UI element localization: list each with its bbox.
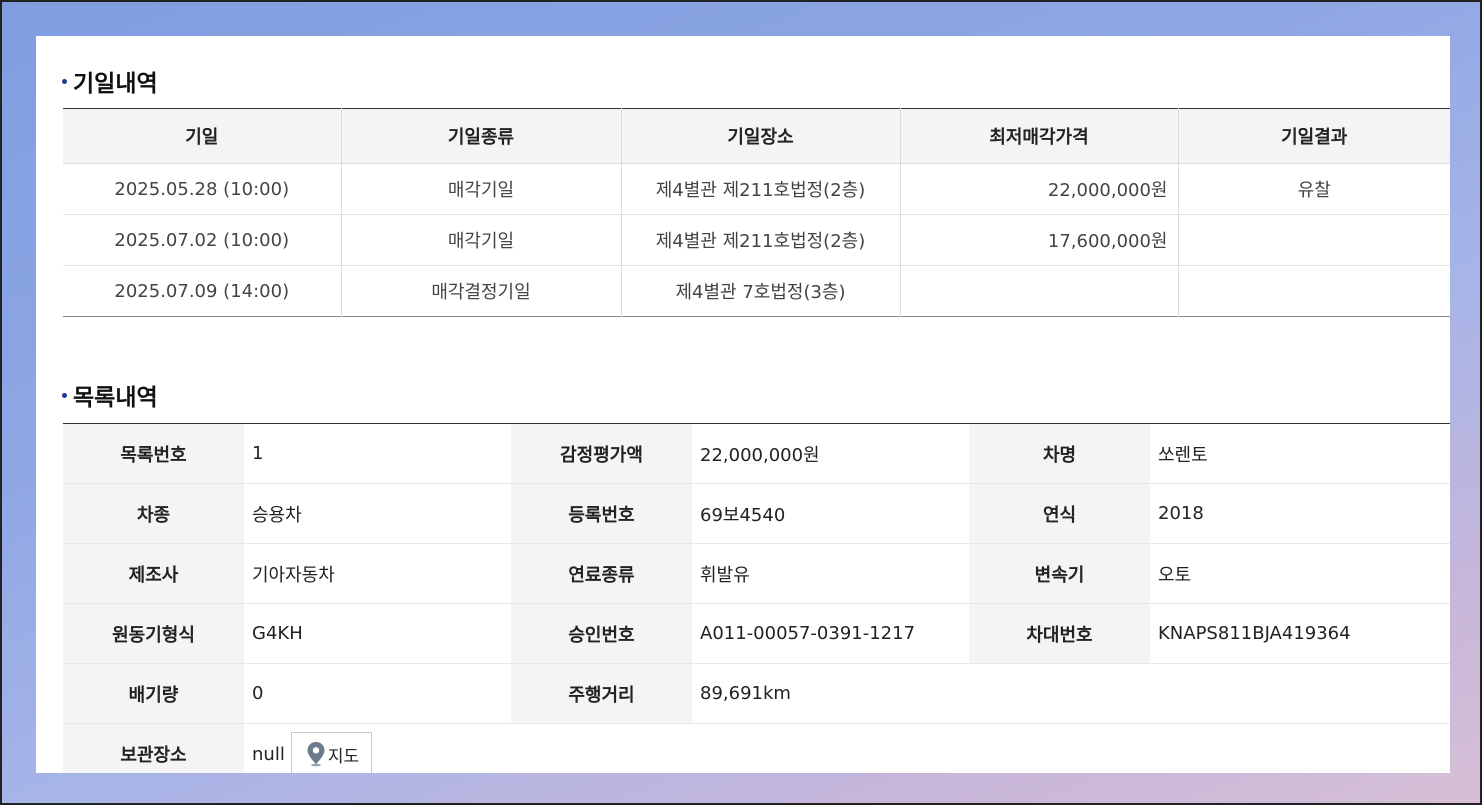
value-manufacturer: 기아자동차 xyxy=(244,543,511,604)
value-item-number: 1 xyxy=(244,423,511,484)
map-button-label: 지도 xyxy=(327,746,360,767)
schedule-table: 기일 기일종류 기일장소 최저매각가격 기일결과 2025.05.28 (10:… xyxy=(63,108,1450,317)
cell-result xyxy=(1177,214,1450,266)
value-storage-location: null xyxy=(252,743,285,765)
col-header-place: 기일장소 xyxy=(620,108,900,164)
col-header-type: 기일종류 xyxy=(340,108,621,164)
label-approval-number: 승인번호 xyxy=(511,603,692,664)
value-mileage: 89,691km xyxy=(692,663,1450,724)
label-storage-location: 보관장소 xyxy=(63,723,244,773)
cell-min-price: 17,600,000원 xyxy=(899,214,1178,266)
cell-result xyxy=(1177,265,1450,317)
label-car-type: 차종 xyxy=(63,483,244,544)
label-registration: 등록번호 xyxy=(511,483,692,544)
map-button[interactable]: 지도 xyxy=(290,732,373,773)
value-engine-type: G4KH xyxy=(244,603,511,664)
table-row: 2025.05.28 (10:00) 매각기일 제4별관 제211호법정(2층)… xyxy=(63,163,1450,215)
value-model-year: 2018 xyxy=(1150,483,1450,544)
label-model-year: 연식 xyxy=(969,483,1150,544)
content-panel: 기일내역 기일 기일종류 기일장소 최저매각가격 기일결과 2025.05.28… xyxy=(36,36,1450,773)
map-pin-icon xyxy=(307,742,325,767)
label-engine-type: 원동기형식 xyxy=(63,603,244,664)
value-fuel-type: 휘발유 xyxy=(692,543,969,604)
cell-result: 유찰 xyxy=(1177,163,1450,215)
value-car-name: 쏘렌토 xyxy=(1150,423,1450,484)
items-title-text: 목록내역 xyxy=(73,385,158,411)
label-displacement: 배기량 xyxy=(63,663,244,724)
cell-place: 제4별관 제211호법정(2층) xyxy=(620,163,900,215)
label-transmission: 변속기 xyxy=(969,543,1150,604)
cell-type: 매각기일 xyxy=(340,214,621,266)
cell-type: 매각결정기일 xyxy=(340,265,621,317)
schedule-section-title: 기일내역 xyxy=(62,64,158,98)
table-row: 2025.07.09 (14:00) 매각결정기일 제4별관 7호법정(3층) xyxy=(63,265,1450,317)
table-row: 배기량 0 주행거리 89,691km xyxy=(63,663,1450,724)
col-header-min-price: 최저매각가격 xyxy=(899,108,1178,164)
label-car-name: 차명 xyxy=(969,423,1150,484)
cell-type: 매각기일 xyxy=(340,163,621,215)
table-row: 원동기형식 G4KH 승인번호 A011-00057-0391-1217 차대번… xyxy=(63,603,1450,664)
table-row: 제조사 기아자동차 연료종류 휘발유 변속기 오토 xyxy=(63,543,1450,604)
items-section-title: 목록내역 xyxy=(62,378,158,412)
cell-min-price: 22,000,000원 xyxy=(899,163,1178,215)
label-item-number: 목록번호 xyxy=(63,423,244,484)
bullet-icon xyxy=(62,78,67,84)
table-row: 목록번호 1 감정평가액 22,000,000원 차명 쏘렌토 xyxy=(63,423,1450,484)
table-row: 2025.07.02 (10:00) 매각기일 제4별관 제211호법정(2층)… xyxy=(63,214,1450,266)
label-manufacturer: 제조사 xyxy=(63,543,244,604)
label-fuel-type: 연료종류 xyxy=(511,543,692,604)
cell-date: 2025.07.09 (14:00) xyxy=(114,280,290,302)
table-row: 차종 승용차 등록번호 69보4540 연식 2018 xyxy=(63,483,1450,544)
cell-min-price xyxy=(899,265,1178,317)
items-table: 목록번호 1 감정평가액 22,000,000원 차명 쏘렌토 차종 승용차 등… xyxy=(63,423,1450,773)
value-car-type: 승용차 xyxy=(244,483,511,544)
storage-location-cell: null 지도 xyxy=(244,723,1450,773)
value-transmission: 오토 xyxy=(1150,543,1450,604)
bullet-icon xyxy=(62,392,67,398)
cell-date: 2025.07.02 (10:00) xyxy=(63,214,341,266)
label-vin: 차대번호 xyxy=(969,603,1150,664)
schedule-title-text: 기일내역 xyxy=(73,71,158,97)
col-header-result: 기일결과 xyxy=(1177,108,1450,164)
value-vin: KNAPS811BJA419364 xyxy=(1150,603,1450,664)
cell-place: 제4별관 7호법정(3층) xyxy=(620,265,900,317)
cell-place: 제4별관 제211호법정(2층) xyxy=(620,214,900,266)
schedule-header-row: 기일 기일종류 기일장소 최저매각가격 기일결과 xyxy=(63,108,1450,164)
cell-date: 2025.05.28 (10:00) xyxy=(63,163,341,215)
col-header-date: 기일 xyxy=(63,108,341,164)
value-appraisal: 22,000,000원 xyxy=(692,423,969,484)
table-row: 보관장소 null 지도 xyxy=(63,723,1450,773)
label-mileage: 주행거리 xyxy=(511,663,692,724)
label-appraisal: 감정평가액 xyxy=(511,423,692,484)
value-displacement: 0 xyxy=(244,663,511,724)
value-approval-number: A011-00057-0391-1217 xyxy=(692,603,969,664)
value-registration: 69보4540 xyxy=(692,483,969,544)
